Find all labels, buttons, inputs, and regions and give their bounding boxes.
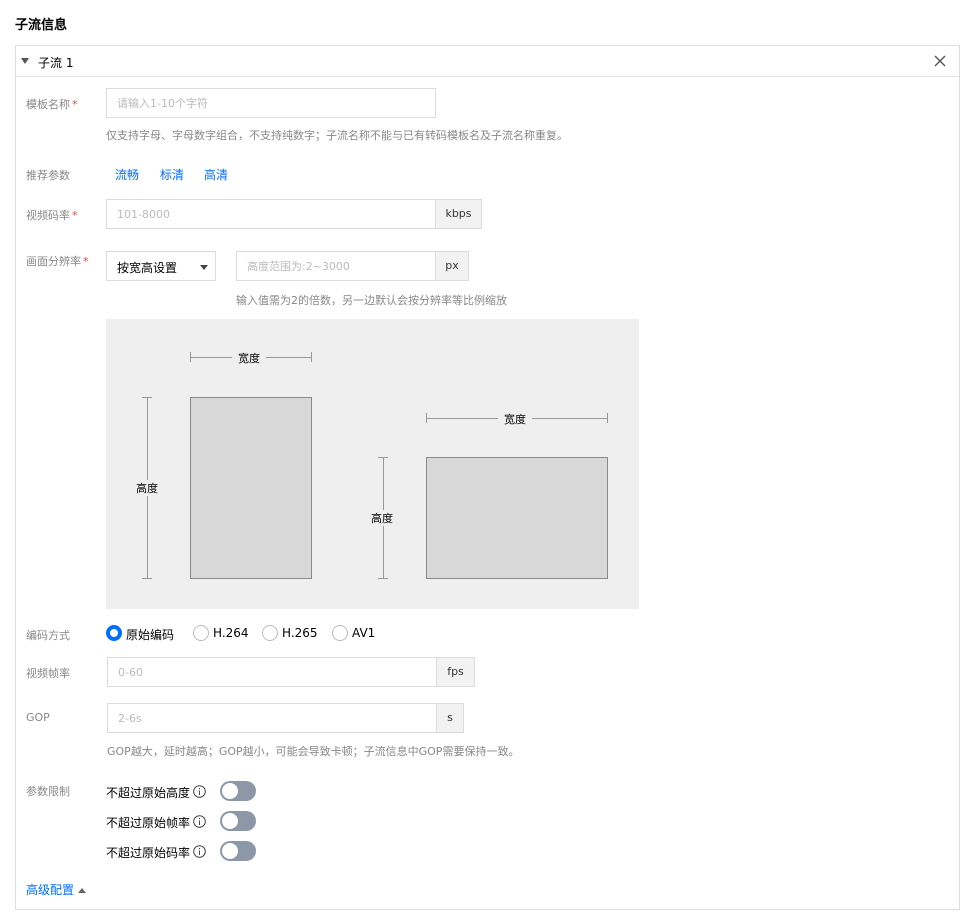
substream-panel: 子流 1 模板名称* 仅支持字母、字母数字组合，不支持纯数字；子流名称不能与已有… [15, 45, 960, 910]
resolution-diagram: 宽度 高度 宽度 高度 [106, 319, 639, 609]
gop-label: GOP [26, 711, 50, 724]
resolution-label: 画面分辨率 * [26, 255, 89, 268]
recommended-label: 推荐参数 [26, 169, 70, 182]
close-icon[interactable] [932, 53, 948, 69]
chevron-down-icon [200, 265, 208, 270]
template-name-label: 模板名称 * [26, 98, 78, 111]
toggle-knob [222, 843, 238, 859]
template-name-hint: 仅支持字母、字母数字组合，不支持纯数字；子流名称不能与已有转码模板名及子流名称重… [106, 129, 568, 142]
resolution-unit: px [435, 251, 469, 281]
landscape-box [426, 457, 608, 579]
template-name-input[interactable] [106, 88, 436, 118]
encoding-option-label: 原始编码 [126, 628, 175, 642]
landscape-height-text: 高度 [365, 510, 399, 526]
framerate-input[interactable] [107, 657, 437, 687]
portrait-width-text: 宽度 [232, 350, 266, 366]
preset-smooth-link[interactable]: 流畅 [115, 166, 139, 183]
gop-hint: GOP越大，延时越高；GOP越小，可能会导致卡顿；子流信息中GOP需要保持一致。 [107, 745, 520, 758]
radio-unchecked-icon[interactable] [193, 625, 209, 641]
portrait-box [190, 397, 312, 579]
framerate-label: 视频帧率 [26, 667, 70, 680]
resolution-mode-value: 按宽高设置 [117, 261, 178, 275]
radio-unchecked-icon[interactable] [332, 625, 348, 641]
toggle-switch[interactable] [220, 811, 256, 831]
preset-hd-link[interactable]: 高清 [204, 166, 228, 183]
encoding-option-label: H.264 [213, 626, 249, 640]
limit-label: 不超过原始帧率 [106, 816, 191, 830]
advanced-config-label: 高级配置 [26, 883, 75, 897]
info-icon[interactable] [193, 815, 206, 828]
collapse-caret-icon[interactable] [21, 58, 29, 64]
resolution-hint: 输入值需为2的倍数，另一边默认会按分辨率等比例缩放 [236, 294, 507, 307]
framerate-unit: fps [436, 657, 475, 687]
info-icon[interactable] [193, 785, 206, 798]
section-title: 子流信息 [15, 18, 68, 33]
encoding-option-label: H.265 [282, 626, 318, 640]
toggle-knob [222, 783, 238, 799]
resolution-input[interactable] [236, 251, 436, 281]
panel-title: 子流 1 [38, 56, 74, 70]
advanced-config-toggle[interactable]: 高级配置 [26, 881, 87, 898]
bitrate-unit: kbps [435, 199, 482, 229]
toggle-switch[interactable] [220, 841, 256, 861]
gop-unit: s [436, 703, 464, 733]
encoding-label: 编码方式 [26, 629, 70, 642]
radio-checked-icon[interactable] [106, 625, 122, 641]
preset-sd-link[interactable]: 标清 [160, 166, 184, 183]
portrait-height-text: 高度 [130, 480, 164, 496]
caret-up-icon [78, 888, 87, 893]
limit-label: 不超过原始码率 [106, 846, 191, 860]
encoding-option-label: AV1 [352, 626, 376, 640]
landscape-width-text: 宽度 [498, 411, 532, 427]
info-icon[interactable] [193, 845, 206, 858]
radio-unchecked-icon[interactable] [262, 625, 278, 641]
bitrate-input[interactable] [106, 199, 436, 229]
limits-label: 参数限制 [26, 785, 70, 798]
toggle-knob [222, 813, 238, 829]
panel-header[interactable]: 子流 1 [16, 46, 959, 77]
gop-input[interactable] [107, 703, 437, 733]
bitrate-label: 视频码率 * [26, 209, 78, 222]
toggle-switch[interactable] [220, 781, 256, 801]
resolution-mode-select[interactable]: 按宽高设置 [106, 251, 216, 281]
limit-label: 不超过原始高度 [106, 786, 191, 800]
